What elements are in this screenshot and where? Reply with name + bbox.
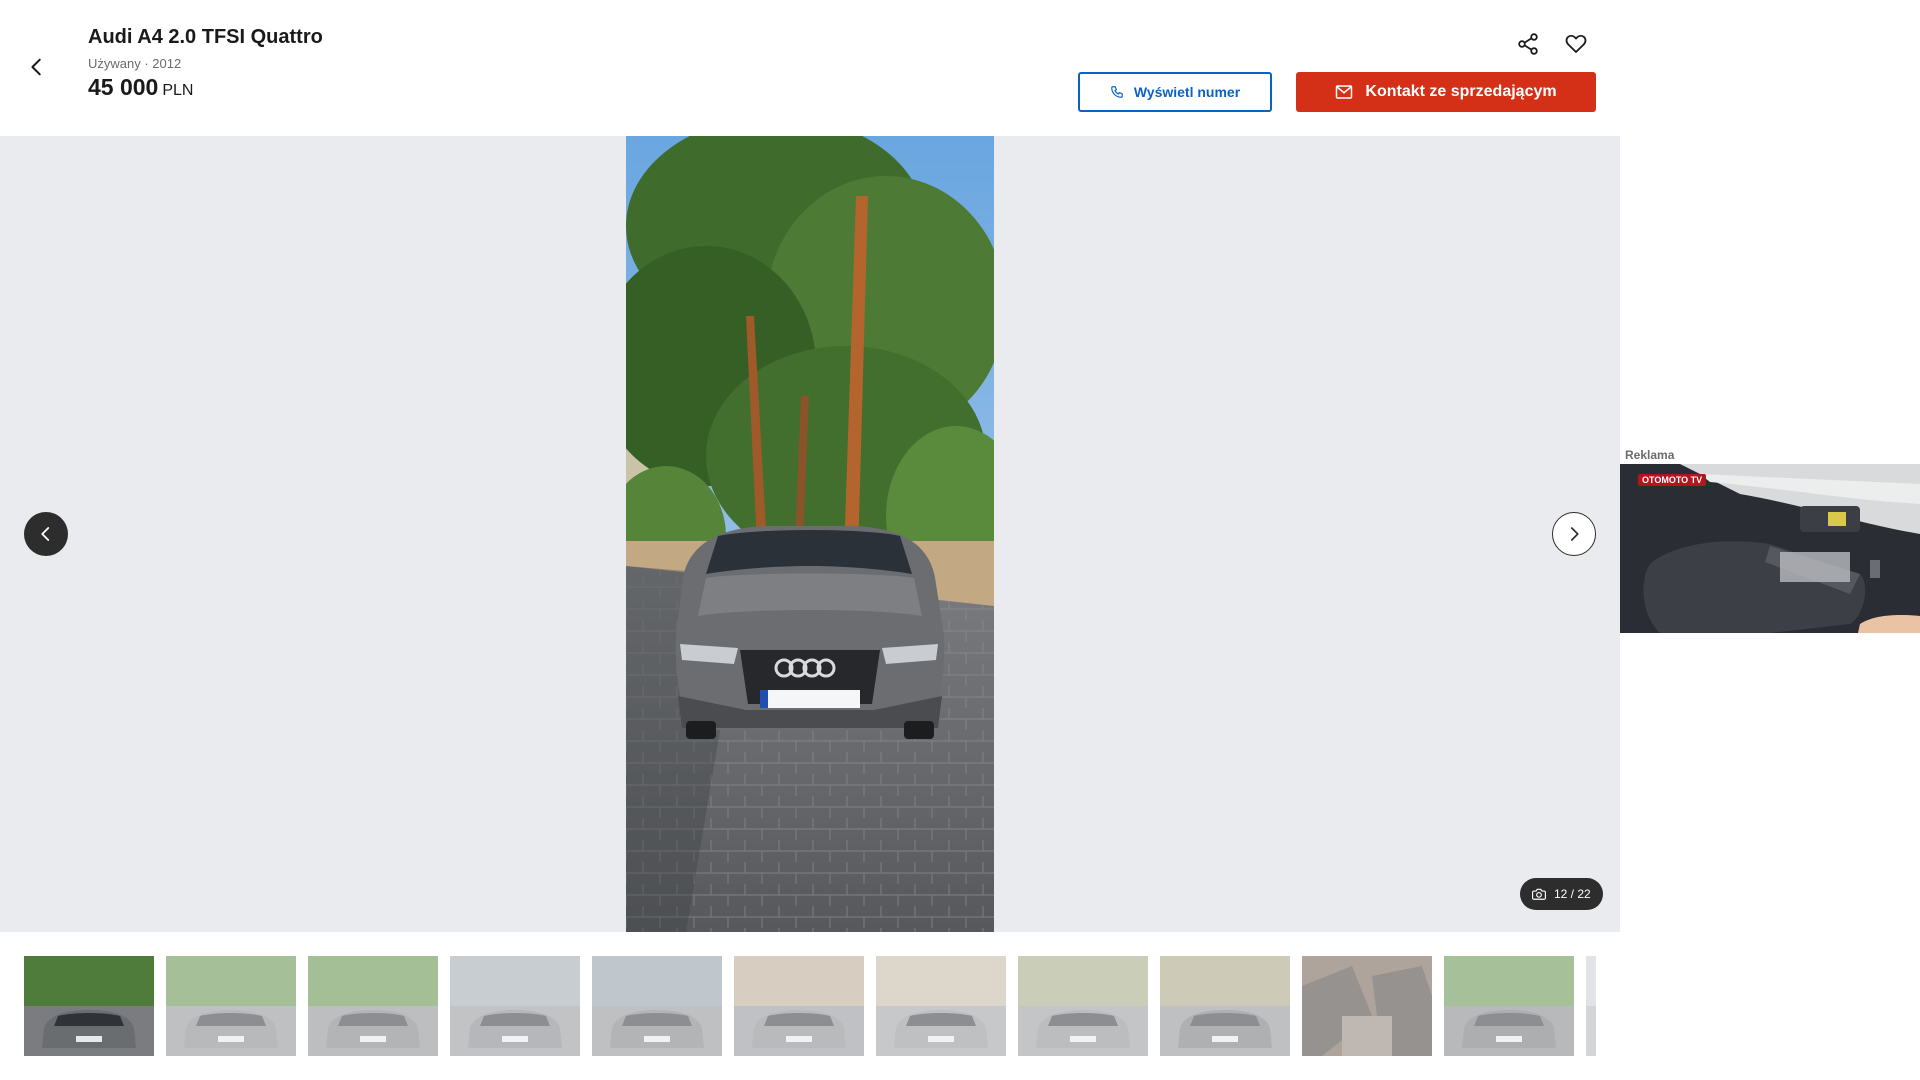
thumbnail-12[interactable] [1586,956,1596,1056]
price-amount: 45 000 [88,74,159,100]
chevron-right-icon [1570,527,1579,541]
thumbnail-image [24,956,154,1056]
photo-counter-text: 12 / 22 [1554,887,1591,901]
chevron-left-icon [41,527,50,541]
thumbnail-image [308,956,438,1056]
phone-icon [1110,86,1123,98]
ad-logo: OTOMOTO TV [1638,474,1707,486]
photo-gallery: 12 / 22 [0,136,1620,932]
thumbnail-2[interactable] [166,956,296,1056]
ad-video-frame [1620,464,1920,633]
thumbnail-5[interactable] [592,956,722,1056]
heart-icon [1565,34,1587,53]
thumbnail-10[interactable] [1302,956,1432,1056]
thumbnail-4[interactable] [450,956,580,1056]
thumbnail-image [1160,956,1290,1056]
thumbnail-image [1444,956,1574,1056]
show-number-button[interactable]: Wyświetl numer [1078,72,1272,112]
price-currency: PLN [162,82,194,99]
share-icon [1518,33,1538,55]
listing-header: Audi A4 2.0 TFSI Quattro Używany · 2012 … [0,0,1620,136]
main-photo[interactable] [626,136,994,932]
listing-price: 45 000 PLN [88,74,193,101]
thumbnail-strip [24,956,1596,1056]
thumbnail-3[interactable] [308,956,438,1056]
thumbnail-6[interactable] [734,956,864,1056]
previous-photo-button[interactable] [24,512,68,556]
listing-subtitle: Używany · 2012 [88,56,182,71]
thumbnail-7[interactable] [876,956,1006,1056]
listing-title: Audi A4 2.0 TFSI Quattro [88,26,323,48]
contact-seller-label: Kontakt ze sprzedającym [1365,83,1557,100]
thumbnail-image [450,956,580,1056]
thumbnail-image [734,956,864,1056]
thumbnail-image [1018,956,1148,1056]
thumbnail-1[interactable] [24,956,154,1056]
advertisement-video[interactable]: OTOMOTO TV [1620,464,1920,633]
car-photo [626,136,994,932]
thumbnail-image [166,956,296,1056]
share-button[interactable] [1514,30,1542,58]
next-photo-button[interactable] [1552,512,1596,556]
ad-label: Reklama [1625,448,1675,462]
thumbnail-11[interactable] [1444,956,1574,1056]
thumbnail-image [592,956,722,1056]
contact-seller-button[interactable]: Kontakt ze sprzedającym [1296,72,1596,112]
favorite-button[interactable] [1562,30,1590,58]
thumbnail-image [1302,956,1432,1056]
thumbnail-9[interactable] [1160,956,1290,1056]
mail-icon [1336,85,1353,99]
chevron-left-icon [31,58,41,76]
thumbnail-image [876,956,1006,1056]
show-number-label: Wyświetl numer [1133,84,1241,100]
photo-counter[interactable]: 12 / 22 [1520,878,1603,910]
back-button[interactable] [22,52,52,82]
thumbnail-image [1586,956,1596,1056]
camera-icon [1532,888,1546,900]
thumbnail-8[interactable] [1018,956,1148,1056]
